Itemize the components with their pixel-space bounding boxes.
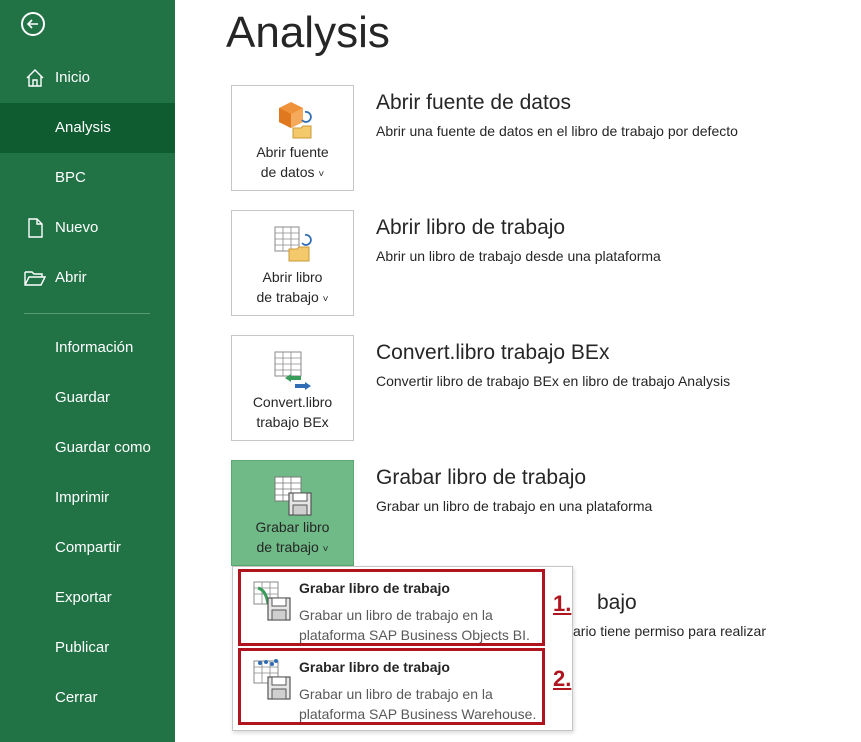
- action-description: Convertir libro de trabajo BEx en libro …: [376, 373, 731, 389]
- nav-item-compartir[interactable]: Compartir: [0, 523, 175, 573]
- nav-item-label: Inicio: [55, 69, 91, 86]
- action-title: Abrir libro de trabajo: [376, 216, 566, 239]
- nav-item-label: Cerrar: [55, 689, 98, 706]
- convert-workbook-tile[interactable]: Convert.libro trabajo BEx: [231, 335, 354, 441]
- save-to-bi-platform-item[interactable]: Grabar libro de trabajo Grabar un libro …: [238, 569, 545, 646]
- menu-item-desc-line2: plataforma SAP Business Warehouse.: [299, 706, 537, 722]
- nav-item-label: Exportar: [55, 589, 112, 606]
- convert-workbook-icon: [274, 351, 311, 390]
- nav-item-abrir[interactable]: Abrir: [0, 253, 175, 303]
- save-workbook-tile[interactable]: Grabar libro de trabajo ˅: [231, 460, 354, 566]
- action-title: Grabar libro de trabajo: [376, 466, 587, 489]
- home-icon: [26, 69, 44, 87]
- menu-item-title: Grabar libro de trabajo: [299, 580, 450, 596]
- back-button[interactable]: [21, 12, 45, 36]
- nav-item-imprimir[interactable]: Imprimir: [0, 473, 175, 523]
- open-data-source-tile[interactable]: Abrir fuente de datos ˅: [231, 85, 354, 191]
- tile-label-line2: de datos: [260, 164, 315, 180]
- menu-item-desc-line1: Grabar un libro de trabajo en la: [299, 607, 493, 623]
- save-to-bw-platform-item[interactable]: Grabar libro de trabajo Grabar un libro …: [238, 648, 545, 725]
- nav-item-label: Guardar: [55, 389, 111, 406]
- open-data-source-icon: [279, 102, 312, 139]
- nav-item-guardar-como[interactable]: Guardar como: [0, 423, 175, 473]
- nav-item-informacion[interactable]: Información: [0, 323, 175, 373]
- menu-item-desc-line1: Grabar un libro de trabajo en la: [299, 686, 493, 702]
- tile-label-line1: Convert.libro: [252, 394, 333, 410]
- nav-item-label: Información: [55, 339, 134, 356]
- menu-item-title: Grabar libro de trabajo: [299, 659, 450, 675]
- nav-item-label: BPC: [55, 169, 86, 186]
- save-workbook-icon: [274, 476, 312, 516]
- nav-item-cerrar[interactable]: Cerrar: [0, 673, 175, 723]
- action-description: Abrir una fuente de datos en el libro de…: [376, 123, 738, 139]
- tile-label-line1: Abrir libro: [262, 269, 323, 285]
- nav-item-guardar[interactable]: Guardar: [0, 373, 175, 423]
- nav-item-label: Guardar como: [55, 439, 151, 456]
- nav-item-label: Abrir: [55, 269, 87, 286]
- tile-label-line1: Grabar libro: [255, 519, 330, 535]
- hidden-action-description: ario tiene permiso para realizar: [573, 623, 766, 639]
- nav-item-label: Imprimir: [55, 489, 110, 506]
- nav-item-exportar[interactable]: Exportar: [0, 573, 175, 623]
- tile-label-line2: trabajo BEx: [256, 414, 329, 430]
- annotation-marker-1: 1.: [553, 591, 572, 616]
- nav-item-label: Analysis: [55, 119, 111, 136]
- page-title: Analysis: [226, 8, 390, 57]
- nav-item-bpc[interactable]: BPC: [0, 153, 175, 203]
- nav-item-nuevo[interactable]: Nuevo: [0, 203, 175, 253]
- action-description: Grabar un libro de trabajo en una plataf…: [376, 498, 653, 514]
- menu-item-description: Grabar un libro de trabajo en la platafo…: [299, 605, 530, 645]
- save-bw-platform-icon: [253, 659, 291, 700]
- tile-label: Abrir libro de trabajo ˅: [232, 267, 353, 310]
- folder-open-icon: [24, 271, 46, 286]
- tile-label: Abrir fuente de datos ˅: [232, 142, 353, 185]
- hidden-action-title: bajo: [597, 591, 637, 614]
- tile-label: Convert.libro trabajo BEx: [232, 392, 353, 432]
- backstage-sidebar: Inicio Analysis BPC Nuevo Abrir Informac…: [0, 0, 175, 742]
- action-description: Abrir un libro de trabajo desde una plat…: [376, 248, 661, 264]
- nav-item-inicio[interactable]: Inicio: [0, 53, 175, 103]
- menu-item-description: Grabar un libro de trabajo en la platafo…: [299, 684, 536, 724]
- open-workbook-tile[interactable]: Abrir libro de trabajo ˅: [231, 210, 354, 316]
- sidebar-divider: [24, 313, 150, 314]
- new-file-icon: [28, 218, 43, 238]
- chevron-down-icon: ˅: [322, 544, 329, 555]
- tile-label-line1: Abrir fuente: [256, 144, 329, 160]
- menu-item-desc-line2: plataforma SAP Business Objects BI.: [299, 627, 530, 643]
- nav-item-publicar[interactable]: Publicar: [0, 623, 175, 673]
- back-arrow-icon: [26, 19, 38, 29]
- nav-item-label: Publicar: [55, 639, 110, 656]
- nav-item-analysis[interactable]: Analysis: [0, 103, 175, 153]
- nav-item-label: Compartir: [55, 539, 121, 556]
- tile-label-line2: de trabajo: [256, 289, 319, 305]
- tile-label-line2: de trabajo: [256, 539, 319, 555]
- annotation-marker-2: 2.: [553, 666, 572, 691]
- tile-label: Grabar libro de trabajo ˅: [232, 517, 353, 560]
- chevron-down-icon: ˅: [318, 169, 325, 180]
- action-title: Abrir fuente de datos: [376, 91, 571, 114]
- nav-item-label: Nuevo: [55, 219, 99, 236]
- action-title: Convert.libro trabajo BEx: [376, 341, 610, 364]
- save-bi-platform-icon: [253, 581, 291, 621]
- chevron-down-icon: ˅: [322, 294, 329, 305]
- open-workbook-icon: [274, 226, 312, 262]
